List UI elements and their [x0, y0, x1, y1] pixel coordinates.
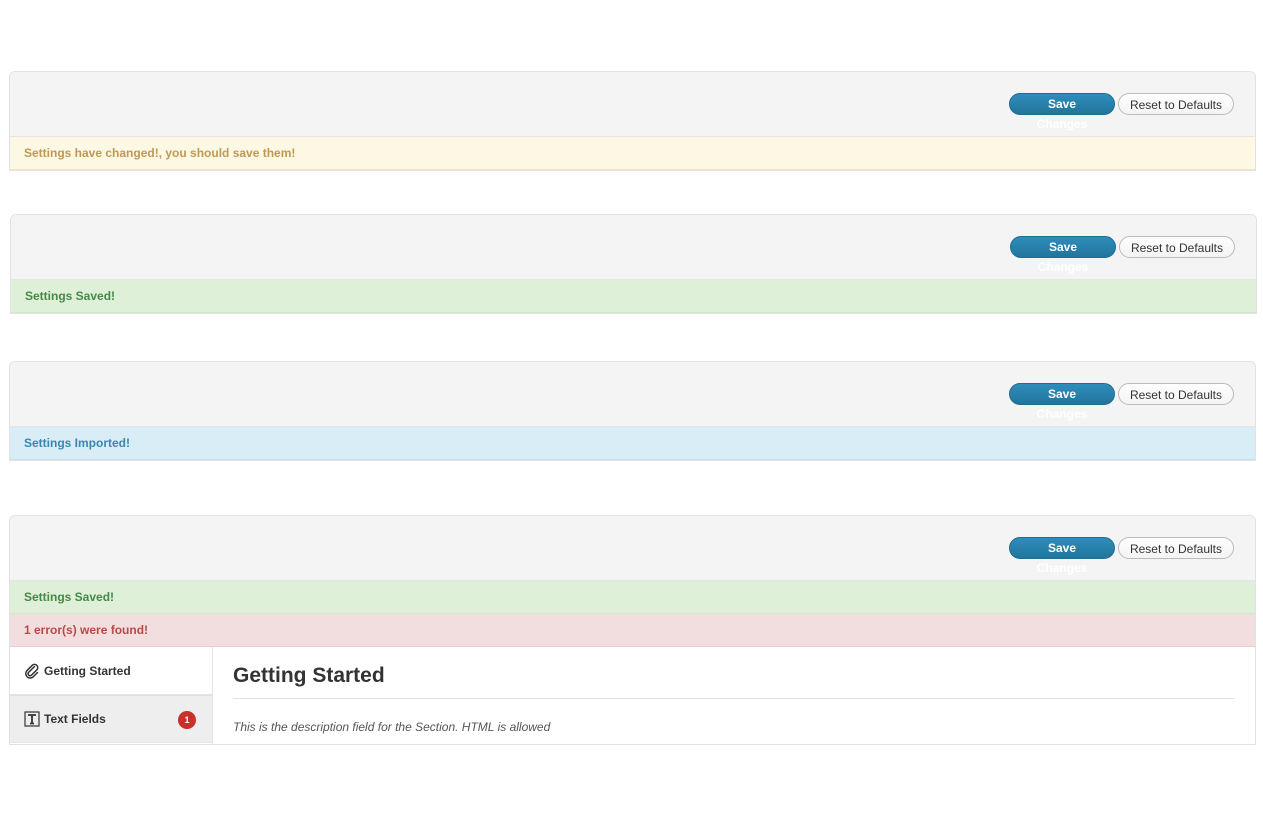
- panel-header: Save Changes Reset to Defaults: [10, 516, 1255, 581]
- save-button[interactable]: Save Changes: [1009, 383, 1115, 421]
- save-button[interactable]: Save Changes: [1009, 93, 1115, 131]
- error-count-badge: 1: [178, 711, 196, 729]
- options-panel-4: Save Changes Reset to Defaults Settings …: [9, 515, 1256, 745]
- section-main: Getting Started This is the description …: [213, 647, 1255, 744]
- success-notice: Settings Saved!: [10, 581, 1255, 614]
- sidebar-item-text-fields[interactable]: Text Fields 1: [10, 695, 212, 743]
- sidebar-item-label: Text Fields: [44, 712, 106, 726]
- options-panel-3: Save Changes Reset to Defaults Settings …: [9, 361, 1256, 461]
- error-notice: 1 error(s) were found!: [10, 614, 1255, 647]
- options-panel-1: Save Changes Reset to Defaults Settings …: [9, 71, 1256, 171]
- section-description: This is the description field for the Se…: [233, 720, 551, 734]
- action-buttons: Save Changes Reset to Defaults: [1009, 383, 1234, 421]
- section-title: Getting Started: [233, 664, 1235, 699]
- panel-header: Save Changes Reset to Defaults: [10, 362, 1255, 427]
- panel-header: Save Changes Reset to Defaults: [10, 72, 1255, 137]
- action-buttons: Save Changes Reset to Defaults: [1010, 236, 1235, 274]
- panel-header: Save Changes Reset to Defaults: [11, 215, 1256, 280]
- sidebar-menu: Getting Started Text Fields 1: [10, 647, 213, 744]
- paperclip-icon: [24, 663, 40, 679]
- sidebar-item-getting-started[interactable]: Getting Started: [10, 647, 212, 695]
- options-panel-2: Save Changes Reset to Defaults Settings …: [10, 214, 1257, 314]
- warning-notice: Settings have changed!, you should save …: [10, 137, 1255, 170]
- reset-button[interactable]: Reset to Defaults: [1119, 236, 1235, 258]
- save-button[interactable]: Save Changes: [1010, 236, 1116, 274]
- action-buttons: Save Changes Reset to Defaults: [1009, 537, 1234, 575]
- save-button[interactable]: Save Changes: [1009, 537, 1115, 575]
- action-buttons: Save Changes Reset to Defaults: [1009, 93, 1234, 131]
- panel-content: Getting Started Text Fields 1 Getting St…: [10, 647, 1255, 744]
- sidebar-item-label: Getting Started: [44, 663, 131, 678]
- success-notice: Settings Saved!: [11, 280, 1256, 313]
- reset-button[interactable]: Reset to Defaults: [1118, 93, 1234, 115]
- info-notice: Settings Imported!: [10, 427, 1255, 460]
- text-field-icon: [24, 711, 40, 727]
- reset-button[interactable]: Reset to Defaults: [1118, 383, 1234, 405]
- reset-button[interactable]: Reset to Defaults: [1118, 537, 1234, 559]
